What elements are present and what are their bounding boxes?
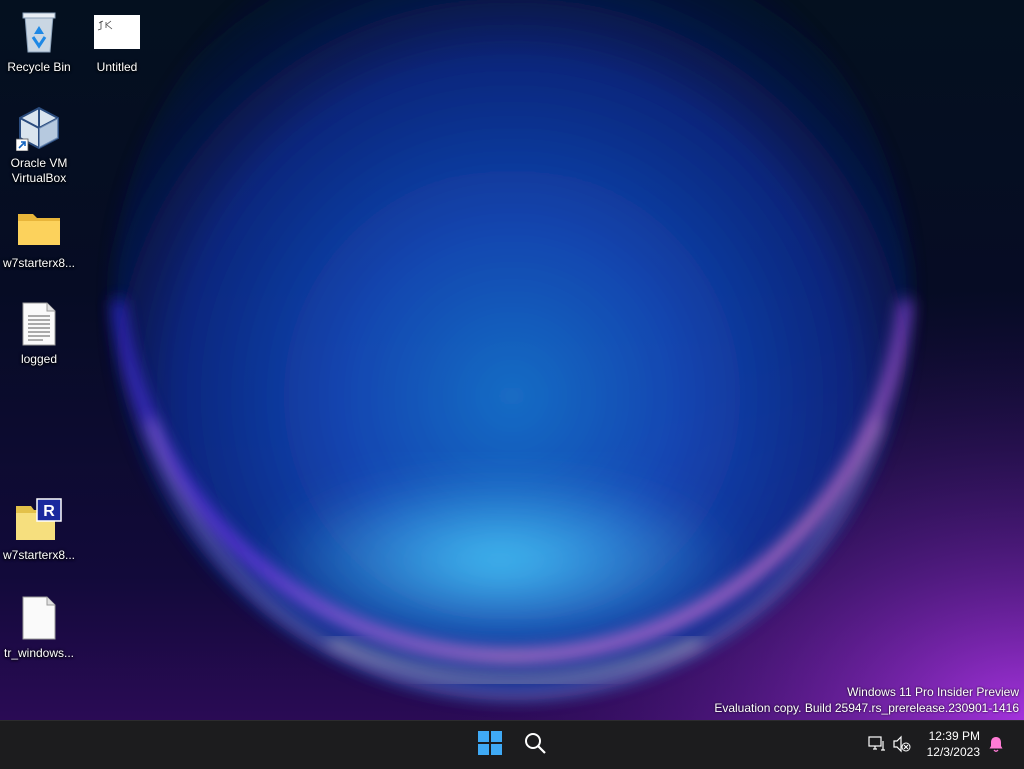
watermark-line-2: Evaluation copy. Build 25947.rs_prerelea… xyxy=(714,701,1019,715)
tray-clock[interactable]: 12:39 PM 12/3/2023 xyxy=(927,728,980,760)
recycle-bin-icon xyxy=(15,8,63,56)
desktop-icon-archive[interactable]: R w7starterx8... xyxy=(1,496,77,563)
virtualbox-icon xyxy=(15,104,63,152)
volume-muted-icon[interactable] xyxy=(891,733,913,755)
desktop-icon-label: Recycle Bin xyxy=(7,60,71,74)
clock-time: 12:39 PM xyxy=(928,729,980,743)
desktop-icon-label: Untitled xyxy=(96,60,138,74)
image-thumbnail-icon xyxy=(93,8,141,56)
desktop-icon-label: tr_windows... xyxy=(3,646,75,660)
clock-date: 12/3/2023 xyxy=(926,745,980,759)
desktop-icon-recycle-bin[interactable]: Recycle Bin xyxy=(1,8,77,75)
taskbar: 12:39 PM 12/3/2023 xyxy=(0,720,1024,769)
start-button[interactable] xyxy=(470,725,510,765)
folder-icon xyxy=(15,204,63,252)
wallpaper-bloom xyxy=(0,0,1024,720)
search-button[interactable] xyxy=(515,725,555,765)
desktop-icon-label: w7starterx8... xyxy=(2,256,76,270)
blank-file-icon xyxy=(15,594,63,642)
text-document-icon xyxy=(15,300,63,348)
desktop-icon-label: Oracle VM VirtualBox xyxy=(10,156,68,185)
desktop-icon-label: logged xyxy=(20,352,58,366)
desktop-icon-logged[interactable]: logged xyxy=(1,300,77,367)
desktop-icon-tr-windows[interactable]: tr_windows... xyxy=(1,594,77,661)
search-icon xyxy=(524,732,546,759)
watermark-line-1: Windows 11 Pro Insider Preview xyxy=(847,685,1019,699)
desktop[interactable]: Recycle Bin Untitled Oracle VM VirtualBo… xyxy=(0,0,1024,720)
evaluation-watermark: Windows 11 Pro Insider Preview Evaluatio… xyxy=(714,684,1019,716)
desktop-icon-untitled[interactable]: Untitled xyxy=(79,8,155,75)
desktop-icon-virtualbox[interactable]: Oracle VM VirtualBox xyxy=(1,104,77,186)
rar-archive-icon: R xyxy=(15,496,63,544)
desktop-icon-folder[interactable]: w7starterx8... xyxy=(1,204,77,271)
notification-bell-icon[interactable] xyxy=(985,733,1007,755)
network-icon[interactable] xyxy=(866,733,888,755)
desktop-icon-label: w7starterx8... xyxy=(2,548,76,562)
windows-start-icon xyxy=(478,730,502,760)
svg-text:R: R xyxy=(43,503,55,520)
